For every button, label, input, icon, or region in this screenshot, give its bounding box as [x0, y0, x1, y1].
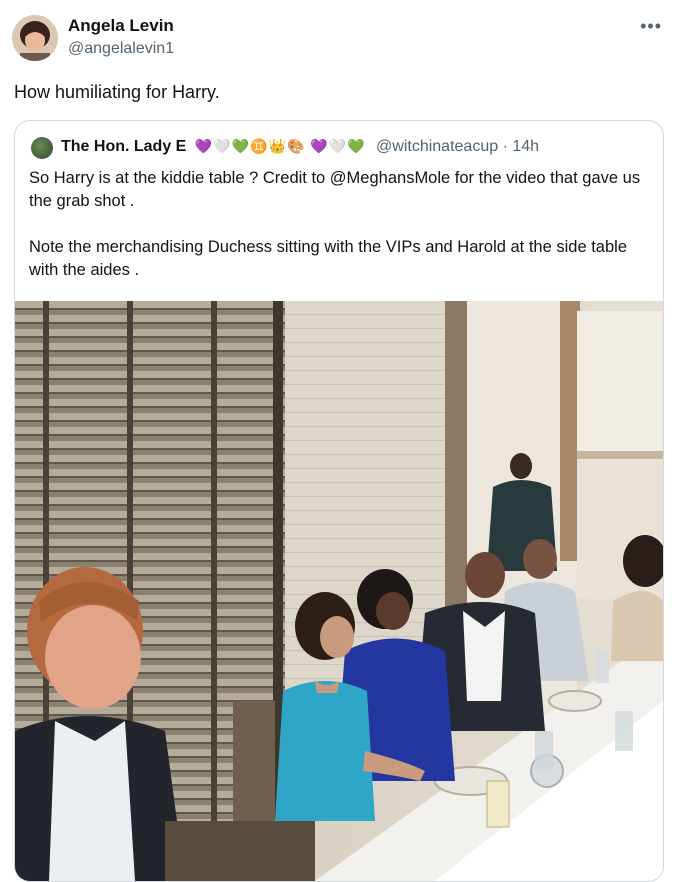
author-name[interactable]: Angela Levin	[68, 16, 174, 36]
quoted-paragraph-2: Note the merchandising Duchess sitting w…	[29, 238, 627, 279]
author-avatar[interactable]	[12, 15, 58, 61]
quoted-author-handle-time: @witchinateacup · 14h	[376, 138, 540, 155]
tweet-text: How humiliating for Harry.	[14, 82, 220, 102]
quoted-tweet[interactable]: The Hon. Lady E 💜🤍💚♊👑🎨 💜🤍💚 @witchinateac…	[14, 120, 664, 882]
quoted-author-name: The Hon. Lady E	[61, 138, 187, 155]
media-photo[interactable]	[15, 301, 663, 881]
quoted-header: The Hon. Lady E 💜🤍💚♊👑🎨 💜🤍💚 @witchinateac…	[61, 138, 539, 156]
more-options-icon[interactable]: •••	[640, 16, 662, 37]
quoted-author-avatar	[31, 137, 53, 159]
quoted-text: So Harry is at the kiddie table ? Credit…	[29, 167, 649, 305]
quoted-paragraph-1: So Harry is at the kiddie table ? Credit…	[29, 169, 641, 210]
author-handle[interactable]: @angelalevin1	[68, 40, 174, 58]
quoted-author-emojis: 💜🤍💚♊👑🎨 💜🤍💚	[194, 138, 366, 154]
